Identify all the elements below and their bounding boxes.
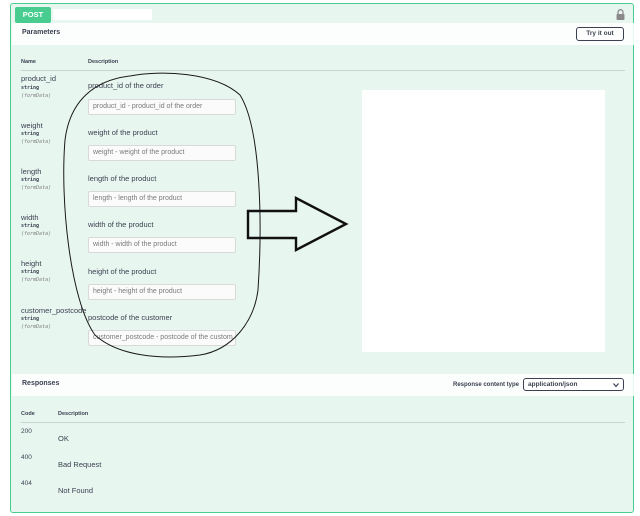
content-type-label: Response content type [452, 382, 519, 388]
param-description: weight of the product [88, 128, 158, 137]
height-input[interactable]: height - height of the product [88, 284, 236, 300]
operation-summary[interactable]: POST [11, 4, 633, 24]
response-description: Not Found [58, 486, 94, 495]
param-in: (formData) [21, 277, 52, 283]
width-input[interactable]: width - width of the product [88, 237, 236, 253]
param-name: weight [21, 121, 43, 130]
response-code: 404 [21, 480, 32, 487]
param-in: (formData) [21, 324, 52, 330]
length-input[interactable]: length - length of the product [88, 191, 236, 207]
param-name: length [21, 167, 42, 176]
response-code: 400 [21, 454, 32, 461]
chevron-down-icon [613, 383, 619, 388]
param-in: (formData) [21, 139, 52, 145]
param-name: width [21, 213, 39, 222]
param-type: string [21, 316, 40, 322]
column-code-header: Code [21, 411, 35, 417]
customer-postcode-input[interactable]: customer_postcode - postcode of the cust… [88, 330, 236, 346]
param-name: customer_postcode [21, 306, 87, 315]
response-description: Bad Request [58, 460, 102, 469]
weight-input[interactable]: weight - weight of the product [88, 145, 236, 161]
lock-icon[interactable] [616, 9, 625, 20]
operation-path[interactable] [53, 9, 152, 20]
param-in: (formData) [21, 185, 52, 191]
param-description: postcode of the customer [88, 313, 173, 322]
param-type: string [21, 223, 40, 229]
post-operation-block: POST Parameters Try it out Name Descript… [10, 3, 634, 513]
responses-header: Responses Response content type applicat… [12, 374, 634, 396]
parameters-divider [21, 70, 625, 71]
parameters-title: Parameters [22, 29, 61, 36]
response-description: OK [58, 434, 69, 443]
param-in: (formData) [21, 231, 52, 237]
param-description: length of the product [88, 174, 157, 183]
param-description: product_id of the order [88, 81, 164, 90]
param-description: width of the product [88, 220, 154, 229]
param-type: string [21, 85, 40, 91]
param-description: height of the product [88, 267, 157, 276]
content-type-select[interactable]: application/json [523, 378, 624, 391]
param-name: product_id [21, 74, 57, 83]
param-type: string [21, 177, 40, 183]
column-description-header: Description [88, 59, 119, 65]
parameters-header: Parameters Try it out [12, 23, 634, 45]
method-badge[interactable]: POST [15, 7, 51, 23]
column-response-description-header: Description [58, 411, 89, 417]
blank-white-panel [362, 90, 605, 352]
content-type-value: application/json [528, 381, 578, 388]
column-name-header: Name [21, 59, 36, 65]
try-it-out-button[interactable]: Try it out [576, 27, 624, 41]
param-type: string [21, 131, 40, 137]
param-in: (formData) [21, 93, 52, 99]
responses-divider [21, 422, 625, 423]
param-name: height [21, 259, 42, 268]
param-type: string [21, 269, 40, 275]
product-id-input[interactable]: product_id - product_id of the order [88, 99, 236, 115]
responses-title: Responses [22, 380, 60, 387]
response-code: 200 [21, 428, 32, 435]
